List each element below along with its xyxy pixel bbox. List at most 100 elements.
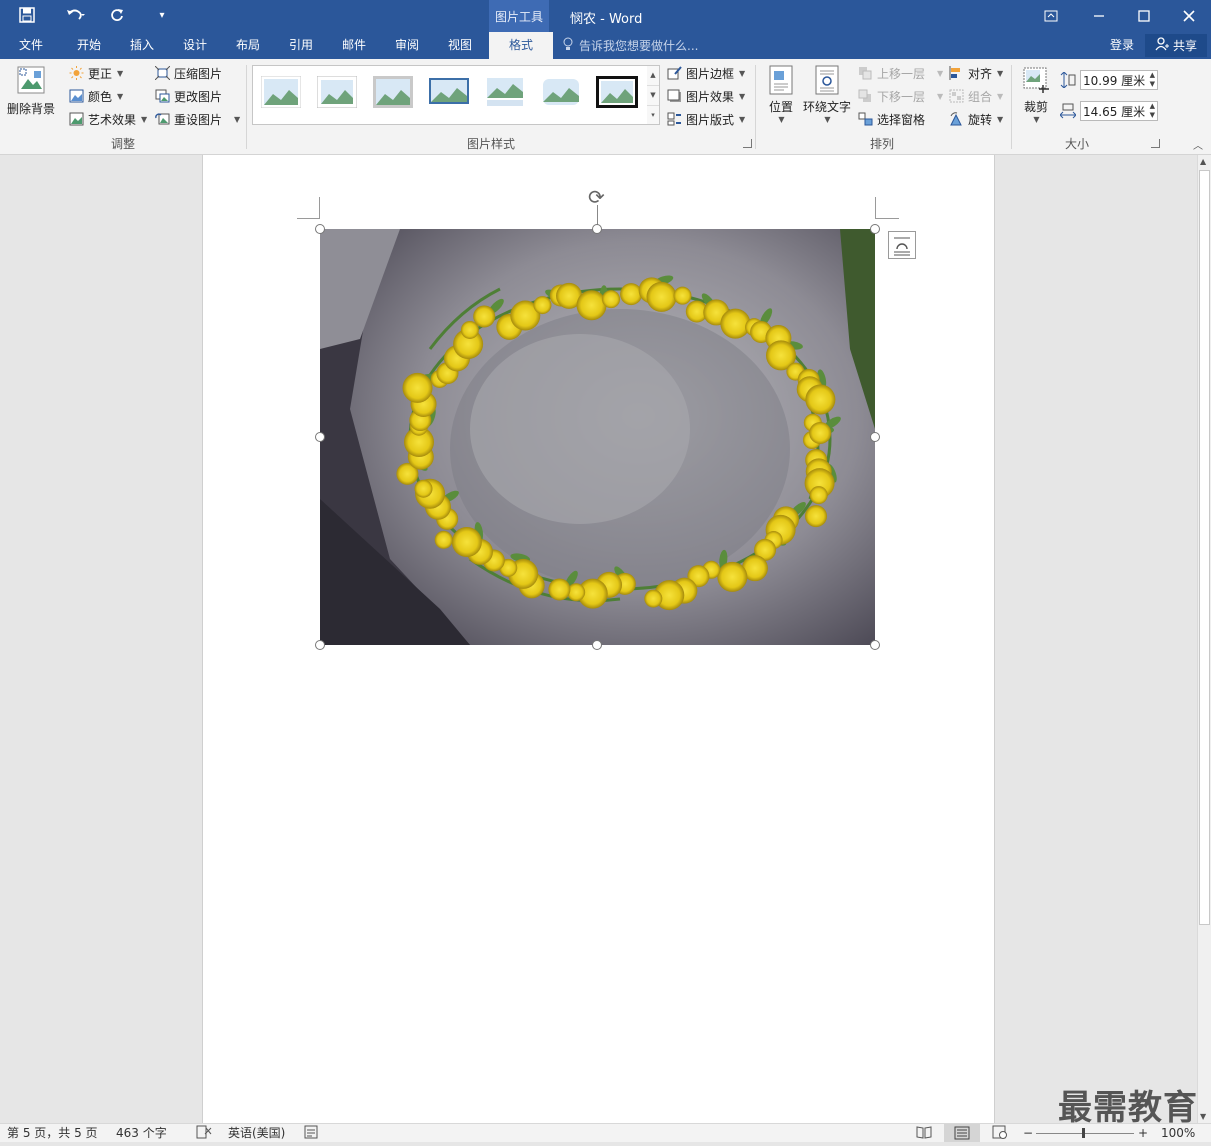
scroll-up-icon[interactable]: ▲ [1200, 157, 1206, 166]
wrap-text-button[interactable]: 环绕文字 ▼ [802, 65, 852, 124]
tab-layout[interactable]: 布局 [234, 32, 262, 59]
size-launcher-icon[interactable] [1151, 139, 1160, 148]
picture-style-1[interactable] [260, 75, 302, 109]
align-label: 对齐 [968, 66, 993, 81]
picture-tools-label: 图片工具 [489, 0, 549, 32]
person-icon [1155, 37, 1169, 54]
gallery-more-icon[interactable]: ▾ [647, 106, 659, 125]
crop-button[interactable]: 裁剪 ▼ [1018, 65, 1054, 124]
save-icon[interactable] [14, 4, 40, 26]
tab-view[interactable]: 视图 [446, 32, 474, 59]
read-mode-icon[interactable] [916, 1125, 932, 1143]
width-spinner-icon[interactable]: ▲ ▼ [1150, 102, 1155, 120]
login-link[interactable]: 登录 [1110, 32, 1134, 59]
tab-references[interactable]: 引用 [287, 32, 315, 59]
picture-style-3[interactable] [373, 76, 413, 108]
language[interactable]: 英语(美国) [228, 1125, 285, 1141]
tab-mailings[interactable]: 邮件 [340, 32, 368, 59]
height-spinner-icon[interactable]: ▲ ▼ [1150, 71, 1155, 89]
picture-style-7[interactable] [596, 76, 638, 108]
dropdown-arrow-icon: ▼ [997, 114, 1004, 124]
undo-icon[interactable] [58, 4, 94, 26]
artistic-effects-button[interactable]: 艺术效果 ▼ [69, 109, 147, 129]
selection-pane-button[interactable]: 选择窗格 [858, 109, 925, 129]
proofing-icon[interactable] [196, 1125, 212, 1143]
close-icon[interactable] [1166, 0, 1211, 32]
send-backward-icon [858, 89, 873, 103]
collapse-ribbon-icon[interactable]: ︿ [1193, 137, 1203, 152]
tab-format[interactable]: 格式 [489, 32, 553, 59]
resize-handle[interactable] [315, 640, 325, 650]
resize-handle[interactable] [870, 640, 880, 650]
customize-qat-icon[interactable]: ▾ [154, 4, 170, 26]
remove-background-icon [16, 65, 46, 100]
ribbon-display-options-icon[interactable] [1028, 0, 1074, 32]
position-button[interactable]: 位置 ▼ [765, 65, 797, 124]
position-label: 位置 [768, 100, 793, 114]
word-count[interactable]: 463 个字 [116, 1125, 167, 1141]
send-backward-button[interactable]: 下移一层 ▼ [858, 86, 943, 106]
picture-styles-launcher-icon[interactable] [743, 139, 752, 148]
print-layout-icon[interactable] [944, 1124, 980, 1142]
color-button[interactable]: 颜色 ▼ [69, 86, 123, 106]
reset-picture-button[interactable]: 重设图片 ▼ [155, 109, 240, 129]
adjust-group-label: 调整 [111, 137, 136, 151]
selected-picture[interactable] [320, 229, 875, 645]
picture-layout-button[interactable]: 图片版式 ▼ [667, 109, 745, 129]
picture-style-4[interactable] [429, 76, 469, 108]
picture-border-button[interactable]: 图片边框 ▼ [667, 63, 745, 83]
minimize-icon[interactable] [1076, 0, 1122, 32]
picture-style-2[interactable] [316, 75, 358, 109]
width-input[interactable]: 14.65 厘米 ▲ ▼ [1080, 101, 1158, 121]
bring-forward-label: 上移一层 [877, 66, 926, 81]
zoom-in-icon[interactable]: + [1138, 1125, 1148, 1141]
resize-handle[interactable] [315, 432, 325, 442]
compress-pictures-button[interactable]: 压缩图片 [154, 63, 222, 83]
picture-effects-button[interactable]: 图片效果 ▼ [667, 86, 745, 106]
dropdown-arrow-icon: ▼ [1033, 115, 1040, 124]
tell-me-box[interactable]: 告诉我您想要做什么... [562, 37, 698, 54]
resize-handle[interactable] [592, 640, 602, 650]
change-picture-button[interactable]: 更改图片 [155, 86, 222, 106]
gallery-down-icon[interactable]: ▼ [647, 86, 659, 106]
redo-icon[interactable] [106, 4, 128, 26]
tab-review[interactable]: 审阅 [393, 32, 421, 59]
zoom-level[interactable]: 100% [1161, 1125, 1195, 1141]
rotate-button[interactable]: 旋转 ▼ [949, 109, 1003, 129]
align-button[interactable]: 对齐 ▼ [949, 63, 1003, 83]
tab-home[interactable]: 开始 [75, 32, 103, 59]
scrollbar-thumb[interactable] [1199, 170, 1210, 925]
zoom-slider[interactable] [1036, 1133, 1134, 1134]
corrections-button[interactable]: 更正 ▼ [69, 63, 123, 83]
scroll-down-icon[interactable]: ▼ [1200, 1112, 1206, 1121]
shape-width-icon [1059, 103, 1077, 122]
group-button[interactable]: 组合 ▼ [949, 86, 1003, 106]
zoom-slider-thumb[interactable] [1082, 1128, 1085, 1138]
vertical-scrollbar[interactable]: ▲ ▼ [1197, 155, 1211, 1123]
dropdown-arrow-icon: ▼ [141, 114, 148, 124]
remove-background-button[interactable]: 删除背景 [5, 65, 57, 117]
tab-file[interactable]: 文件 [17, 32, 45, 59]
page-count[interactable]: 第 5 页，共 5 页 [7, 1125, 98, 1141]
picture-effects-label: 图片效果 [686, 89, 735, 104]
tab-design[interactable]: 设计 [181, 32, 209, 59]
shape-height-icon [1060, 71, 1076, 91]
layout-options-icon [889, 237, 915, 261]
zoom-out-icon[interactable]: − [1023, 1125, 1033, 1141]
resize-handle[interactable] [870, 432, 880, 442]
layout-options-button[interactable] [888, 231, 916, 259]
picture-style-5[interactable] [485, 76, 525, 108]
height-input[interactable]: 10.99 厘米 ▲ ▼ [1080, 70, 1158, 90]
resize-handle[interactable] [592, 224, 602, 234]
width-value: 14.65 厘米 [1083, 105, 1146, 119]
resize-handle[interactable] [315, 224, 325, 234]
picture-style-6[interactable] [541, 76, 581, 108]
tab-insert[interactable]: 插入 [128, 32, 156, 59]
macro-record-icon[interactable] [304, 1125, 318, 1143]
maximize-icon[interactable] [1121, 0, 1167, 32]
gallery-up-icon[interactable]: ▲ [647, 66, 659, 86]
share-button[interactable]: 共享 [1145, 34, 1207, 57]
web-layout-icon[interactable] [992, 1125, 1008, 1143]
resize-handle[interactable] [870, 224, 880, 234]
bring-forward-button[interactable]: 上移一层 ▼ [858, 63, 943, 83]
